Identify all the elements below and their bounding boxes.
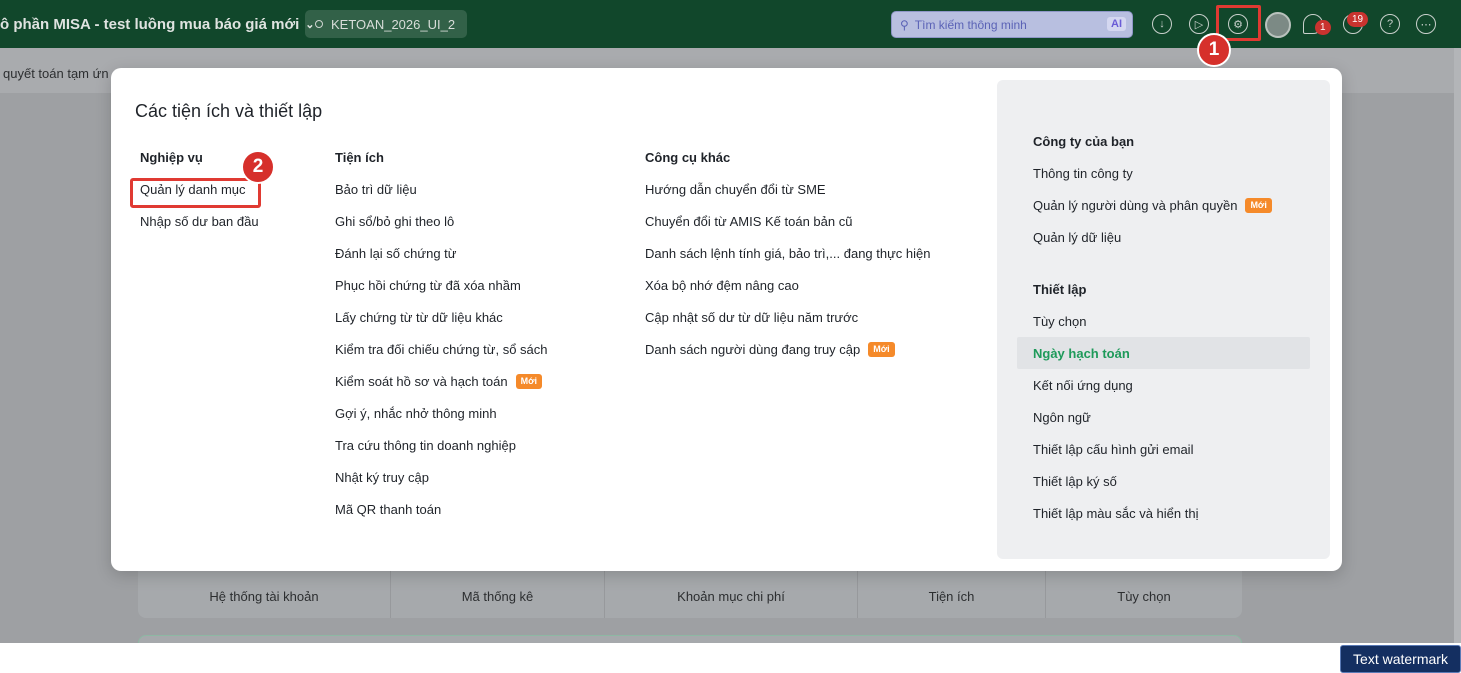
menu-item[interactable]: Tùy chọn <box>1033 314 1198 346</box>
menu-item[interactable]: Tra cứu thông tin doanh nghiệp <box>335 438 548 470</box>
menu-item-label: Xóa bộ nhớ đệm nâng cao <box>645 278 799 293</box>
menu-item-label: Kết nối ứng dụng <box>1033 378 1133 393</box>
menu-item-label: Thiết lập ký số <box>1033 474 1117 489</box>
menu-item-label: Hướng dẫn chuyển đổi từ SME <box>645 182 826 197</box>
menu-item[interactable]: Kiểm tra đối chiếu chứng từ, sổ sách <box>335 342 548 374</box>
menu-item-label: Mã QR thanh toán <box>335 502 442 517</box>
settings-section: Thiết lập Tùy chọn Ngày hạch toán Kết nố… <box>1033 282 1198 538</box>
menu-item[interactable]: Bảo trì dữ liệu <box>335 182 548 214</box>
menu-item[interactable]: Thông tin công ty <box>1033 166 1272 198</box>
ai-label: AI <box>1107 17 1126 31</box>
menu-item[interactable]: Quản lý dữ liệu <box>1033 230 1272 262</box>
subbar-text: quyết toán tạm ứn <box>3 66 109 81</box>
company-switcher[interactable]: ô phần MISA - test luồng mua báo giá mới… <box>0 0 315 48</box>
chat-badge: 1 <box>1315 20 1331 35</box>
menu-item[interactable]: Kiểm soát hồ sơ và hạch toán Mới <box>335 374 548 406</box>
shortcut-label: Khoản mục chi phí <box>677 589 785 604</box>
menu-item[interactable]: Lấy chứng từ từ dữ liệu khác <box>335 310 548 342</box>
smart-search[interactable]: ⚲ Tìm kiếm thông minh AI <box>891 11 1133 38</box>
settings-panel: Công ty của bạn Thông tin công ty Quản l… <box>997 80 1330 559</box>
database-chip[interactable]: KETOAN_2026_UI_2 <box>305 10 467 38</box>
menu-item-label: Danh sách người dùng đang truy cập <box>645 342 861 357</box>
step-1-marker: 1 <box>1197 33 1231 67</box>
new-badge: Mới <box>515 374 542 389</box>
new-badge: Mới <box>868 342 895 357</box>
column-heading: Tiện ích <box>335 150 384 165</box>
avatar[interactable] <box>1265 12 1291 38</box>
shortcut-label: Mã thống kê <box>461 589 534 604</box>
menu-item-label: Chuyển đổi từ AMIS Kế toán bản cũ <box>645 214 853 229</box>
menu-item[interactable]: Kết nối ứng dụng <box>1033 378 1198 410</box>
column-heading: Công cụ khác <box>645 150 731 165</box>
sparkle-search-icon: ⚲ <box>900 17 909 32</box>
column-utilities: Tiện ích Bảo trì dữ liệu Ghi sổ/bỏ ghi t… <box>335 150 548 534</box>
menu-item-label: Cập nhật số dư từ dữ liệu năm trước <box>645 310 859 325</box>
your-company-section: Công ty của bạn Thông tin công ty Quản l… <box>1033 134 1272 262</box>
shortcut-label: Tiện ích <box>928 589 975 604</box>
menu-item[interactable]: Nhật ký truy cập <box>335 470 548 502</box>
menu-item[interactable]: Mã QR thanh toán <box>335 502 548 534</box>
search-placeholder: Tìm kiếm thông minh <box>914 17 1027 32</box>
company-name: ô phần MISA - test luồng mua báo giá mới <box>0 15 300 33</box>
popup-title: Các tiện ích và thiết lập <box>135 101 323 121</box>
menu-item-label: Thiết lập màu sắc và hiển thị <box>1033 506 1199 521</box>
scrollbar[interactable] <box>1454 48 1461 643</box>
step-2-marker: 2 <box>241 150 275 184</box>
download-icon[interactable]: ↓ <box>1152 14 1172 34</box>
menu-item-label: Đánh lại số chứng từ <box>335 246 457 261</box>
menu-item-label: Ngày hạch toán <box>1033 346 1130 361</box>
utilities-settings-popup: Các tiện ích và thiết lập Nghiệp vụ Quản… <box>111 68 1342 571</box>
shortcut-label: Tùy chọn <box>1117 589 1171 604</box>
menu-item[interactable]: Xóa bộ nhớ đệm nâng cao <box>645 278 931 310</box>
menu-item[interactable]: Ghi sổ/bỏ ghi theo lô <box>335 214 548 246</box>
database-name: KETOAN_2026_UI_2 <box>331 16 456 32</box>
menu-item[interactable]: Danh sách lệnh tính giá, bảo trì,... đan… <box>645 246 931 278</box>
menu-item-label: Kiểm tra đối chiếu chứng từ, sổ sách <box>335 342 548 357</box>
menu-item-label: Phục hồi chứng từ đã xóa nhầm <box>335 278 521 293</box>
menu-item-label: Thiết lập cấu hình gửi email <box>1033 442 1194 457</box>
help-icon[interactable]: ? <box>1380 14 1400 34</box>
menu-item[interactable]: Quản lý người dùng và phân quyền Mới <box>1033 198 1272 230</box>
play-icon[interactable]: ▷ <box>1189 14 1209 34</box>
text-watermark: Text watermark <box>1340 645 1461 673</box>
menu-item[interactable]: Danh sách người dùng đang truy cập Mới <box>645 342 931 374</box>
menu-item[interactable]: Hướng dẫn chuyển đổi từ SME <box>645 182 931 214</box>
menu-item-label: Tra cứu thông tin doanh nghiệp <box>335 438 516 453</box>
menu-item[interactable]: Thiết lập ký số <box>1033 474 1198 506</box>
menu-item-label: Kiểm soát hồ sơ và hạch toán <box>335 374 508 389</box>
menu-item-label: Tùy chọn <box>1033 314 1087 329</box>
menu-item-label: Ghi sổ/bỏ ghi theo lô <box>335 214 455 229</box>
menu-item-accounting-date[interactable]: Ngày hạch toán <box>1033 346 1198 378</box>
menu-item-label: Danh sách lệnh tính giá, bảo trì,... đan… <box>645 246 931 261</box>
menu-item-label: Quản lý người dùng và phân quyền <box>1033 198 1238 213</box>
section-heading: Công ty của bạn <box>1033 134 1135 149</box>
menu-item[interactable]: Chuyển đổi từ AMIS Kế toán bản cũ <box>645 214 931 246</box>
menu-item-label: Bảo trì dữ liệu <box>335 182 417 197</box>
circle-icon <box>315 20 323 28</box>
menu-item-label: Gợi ý, nhắc nhở thông minh <box>335 406 497 421</box>
page-bottom <box>0 643 1461 673</box>
menu-item[interactable]: Đánh lại số chứng từ <box>335 246 548 278</box>
bell-badge: 19 <box>1347 12 1369 27</box>
menu-item[interactable]: Phục hồi chứng từ đã xóa nhầm <box>335 278 548 310</box>
menu-item[interactable]: Ngôn ngữ <box>1033 410 1198 442</box>
menu-item-label: Ngôn ngữ <box>1033 410 1091 425</box>
menu-item-label: Quản lý dữ liệu <box>1033 230 1122 245</box>
menu-item-opening-balance[interactable]: Nhập số dư ban đầu <box>140 214 259 246</box>
more-icon[interactable]: ⋯ <box>1416 14 1436 34</box>
menu-item-label: Nhập số dư ban đầu <box>140 214 259 229</box>
menu-item[interactable]: Thiết lập màu sắc và hiển thị <box>1033 506 1198 538</box>
column-other-tools: Công cụ khác Hướng dẫn chuyển đổi từ SME… <box>645 150 931 374</box>
section-heading: Thiết lập <box>1033 282 1087 297</box>
menu-item[interactable]: Gợi ý, nhắc nhở thông minh <box>335 406 548 438</box>
menu-item[interactable]: Thiết lập cấu hình gửi email <box>1033 442 1198 474</box>
menu-item-label: Thông tin công ty <box>1033 166 1133 181</box>
menu-item-label: Nhật ký truy cập <box>335 470 429 485</box>
catalog-highlight-box <box>130 178 261 208</box>
menu-item[interactable]: Cập nhật số dư từ dữ liệu năm trước <box>645 310 931 342</box>
new-badge: Mới <box>1245 198 1272 213</box>
menu-item-label: Lấy chứng từ từ dữ liệu khác <box>335 310 503 325</box>
shortcut-label: Hệ thống tài khoản <box>209 589 319 604</box>
